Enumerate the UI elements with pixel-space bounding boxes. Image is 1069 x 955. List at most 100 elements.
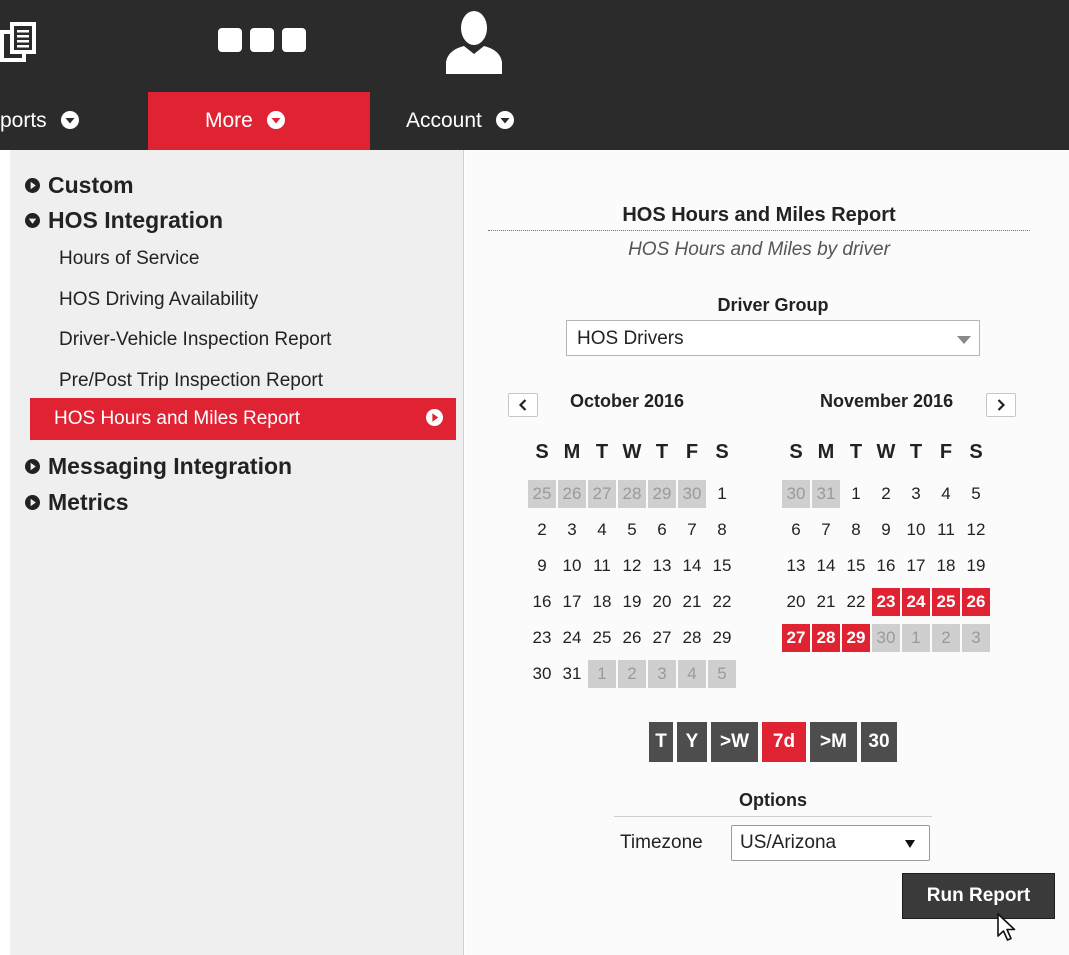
calendar-day[interactable]: 5 — [962, 480, 990, 508]
calendar-day[interactable]: 9 — [528, 552, 556, 580]
calendar-day-other-month[interactable]: 28 — [618, 480, 646, 508]
menu-link-pre-post-trip-inspection[interactable]: Pre/Post Trip Inspection Report — [59, 370, 323, 392]
menu-messaging-integration[interactable]: Messaging Integration — [25, 453, 292, 480]
calendar-day-selected[interactable]: 29 — [842, 624, 870, 652]
calendar-day[interactable]: 9 — [872, 516, 900, 544]
calendar-day[interactable]: 19 — [962, 552, 990, 580]
calendar-day-selected[interactable]: 26 — [962, 588, 990, 616]
calendar-day-selected[interactable]: 28 — [812, 624, 840, 652]
calendar-day[interactable]: 21 — [812, 588, 840, 616]
calendar-day[interactable]: 3 — [902, 480, 930, 508]
calendar-day-other-month[interactable]: 2 — [932, 624, 960, 652]
calendar-day[interactable]: 1 — [708, 480, 736, 508]
calendar-next-button[interactable] — [986, 393, 1016, 417]
calendar-day[interactable]: 12 — [962, 516, 990, 544]
calendar-day[interactable]: 10 — [558, 552, 586, 580]
calendar-day-other-month[interactable]: 31 — [812, 480, 840, 508]
run-report-button[interactable]: Run Report — [902, 873, 1055, 919]
calendar-day-other-month[interactable]: 27 — [588, 480, 616, 508]
calendar-day[interactable]: 6 — [782, 516, 810, 544]
quick-range-button[interactable]: >M — [810, 722, 857, 762]
calendar-day-other-month[interactable]: 5 — [708, 660, 736, 688]
calendar-day[interactable]: 11 — [932, 516, 960, 544]
driver-group-select[interactable]: HOS Drivers — [566, 320, 980, 356]
calendar-day-other-month[interactable]: 3 — [648, 660, 676, 688]
calendar-day-selected[interactable]: 25 — [932, 588, 960, 616]
calendar-day[interactable]: 4 — [932, 480, 960, 508]
calendar-day-other-month[interactable]: 30 — [678, 480, 706, 508]
calendar-day[interactable]: 26 — [618, 624, 646, 652]
calendar-day[interactable]: 13 — [782, 552, 810, 580]
calendar-day[interactable]: 10 — [902, 516, 930, 544]
calendar-day[interactable]: 31 — [558, 660, 586, 688]
calendar-day[interactable]: 17 — [902, 552, 930, 580]
calendar-day[interactable]: 8 — [708, 516, 736, 544]
nav-reports[interactable]: ports — [0, 92, 79, 150]
calendar-day[interactable]: 28 — [678, 624, 706, 652]
calendar-day-other-month[interactable]: 30 — [872, 624, 900, 652]
documents-icon[interactable] — [0, 20, 48, 68]
calendar-day[interactable]: 5 — [618, 516, 646, 544]
calendar-day[interactable]: 22 — [842, 588, 870, 616]
calendar-day[interactable]: 14 — [812, 552, 840, 580]
calendar-day[interactable]: 19 — [618, 588, 646, 616]
calendar-day[interactable]: 20 — [782, 588, 810, 616]
nav-more[interactable]: More — [148, 92, 370, 150]
calendar-day[interactable]: 21 — [678, 588, 706, 616]
calendar-day-other-month[interactable]: 3 — [962, 624, 990, 652]
calendar-day[interactable]: 8 — [842, 516, 870, 544]
calendar-day[interactable]: 11 — [588, 552, 616, 580]
calendar-day[interactable]: 15 — [842, 552, 870, 580]
menu-link-hos-hours-miles-report[interactable]: HOS Hours and Miles Report — [30, 398, 456, 440]
calendar-day[interactable]: 7 — [678, 516, 706, 544]
menu-link-hours-of-service[interactable]: Hours of Service — [59, 248, 199, 270]
calendar-day[interactable]: 2 — [528, 516, 556, 544]
calendar-day[interactable]: 24 — [558, 624, 586, 652]
calendar-day[interactable]: 3 — [558, 516, 586, 544]
calendar-day[interactable]: 20 — [648, 588, 676, 616]
quick-range-button[interactable]: 7d — [762, 722, 806, 762]
calendar-day[interactable]: 16 — [528, 588, 556, 616]
calendar-day-other-month[interactable]: 30 — [782, 480, 810, 508]
calendar-day[interactable]: 17 — [558, 588, 586, 616]
calendar-day[interactable]: 30 — [528, 660, 556, 688]
menu-link-driver-vehicle-inspection[interactable]: Driver-Vehicle Inspection Report — [59, 329, 331, 351]
calendar-day[interactable]: 2 — [872, 480, 900, 508]
quick-range-button[interactable]: T — [649, 722, 673, 762]
menu-hos-integration[interactable]: HOS Integration — [25, 207, 223, 234]
calendar-day-selected[interactable]: 24 — [902, 588, 930, 616]
calendar-day[interactable]: 15 — [708, 552, 736, 580]
timezone-select[interactable]: US/Arizona — [731, 825, 930, 861]
quick-range-button[interactable]: >W — [711, 722, 758, 762]
calendar-day-selected[interactable]: 27 — [782, 624, 810, 652]
calendar-day[interactable]: 29 — [708, 624, 736, 652]
calendar-day[interactable]: 4 — [588, 516, 616, 544]
menu-metrics[interactable]: Metrics — [25, 489, 129, 516]
menu-link-hos-driving-availability[interactable]: HOS Driving Availability — [59, 289, 258, 311]
more-dots-icon[interactable] — [218, 28, 306, 52]
calendar-day[interactable]: 22 — [708, 588, 736, 616]
calendar-day[interactable]: 12 — [618, 552, 646, 580]
menu-custom[interactable]: Custom — [25, 172, 134, 199]
quick-range-button[interactable]: Y — [677, 722, 707, 762]
calendar-day[interactable]: 13 — [648, 552, 676, 580]
calendar-day-other-month[interactable]: 26 — [558, 480, 586, 508]
quick-range-button[interactable]: 30 — [861, 722, 897, 762]
calendar-day[interactable]: 25 — [588, 624, 616, 652]
calendar-day-other-month[interactable]: 25 — [528, 480, 556, 508]
calendar-day[interactable]: 27 — [648, 624, 676, 652]
calendar-day[interactable]: 14 — [678, 552, 706, 580]
calendar-day[interactable]: 6 — [648, 516, 676, 544]
calendar-day-other-month[interactable]: 2 — [618, 660, 646, 688]
nav-account[interactable]: Account — [406, 92, 514, 150]
calendar-prev-button[interactable] — [508, 393, 538, 417]
calendar-day[interactable]: 7 — [812, 516, 840, 544]
calendar-day-selected[interactable]: 23 — [872, 588, 900, 616]
calendar-day-other-month[interactable]: 4 — [678, 660, 706, 688]
calendar-day[interactable]: 1 — [842, 480, 870, 508]
calendar-day-other-month[interactable]: 1 — [902, 624, 930, 652]
calendar-day[interactable]: 18 — [932, 552, 960, 580]
user-icon[interactable] — [446, 10, 502, 74]
calendar-day[interactable]: 16 — [872, 552, 900, 580]
calendar-day[interactable]: 23 — [528, 624, 556, 652]
